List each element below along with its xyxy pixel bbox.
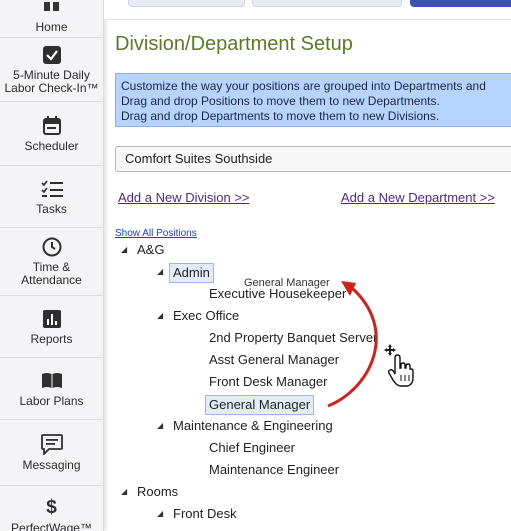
nav-label-scheduler: Scheduler [24, 138, 79, 153]
tree-department-front-desk[interactable]: Front Desk [173, 505, 237, 523]
home-icon [41, 0, 63, 18]
hand-pointer-icon [384, 344, 414, 388]
info-line-2: Drag and drop Positions to move them to … [121, 94, 440, 108]
collapse-triangle-icon[interactable]: ◢ [157, 307, 163, 325]
tree-position-general-manager[interactable]: General Manager [205, 395, 315, 415]
tree-position-chief-engineer[interactable]: Chief Engineer [209, 439, 295, 457]
add-department-link[interactable]: Add a New Department >> [341, 190, 495, 205]
nav-label-labor-plans: Labor Plans [19, 393, 84, 408]
info-line-1: Customize the way your positions are gro… [121, 79, 486, 93]
nav-label-time-attendance: Time & Attendance [21, 260, 82, 287]
sidebar-nav: Home 5-Minute Daily Labor Check-In™ Sched… [0, 0, 104, 531]
nav-label-reports: Reports [30, 331, 73, 346]
collapse-triangle-icon[interactable]: ◢ [157, 505, 163, 523]
nav-label-perfectwage: PerfectWage™ [11, 521, 92, 531]
bar-chart-icon [41, 308, 63, 330]
show-all-positions-link[interactable]: Show All Positions [115, 228, 197, 239]
nav-item-labor-check-in[interactable]: 5-Minute Daily Labor Check-In™ [0, 38, 103, 102]
top-tab-1[interactable] [128, 0, 245, 7]
nav-item-tasks[interactable]: Tasks [0, 166, 103, 228]
collapse-triangle-icon[interactable]: ◢ [121, 241, 127, 259]
nav-label-home: Home [35, 19, 68, 34]
property-select[interactable]: Comfort Suites Southside [115, 146, 511, 172]
dollar-icon: $ [46, 497, 57, 518]
nav-item-labor-plans[interactable]: Labor Plans [0, 358, 103, 420]
book-icon [41, 370, 63, 392]
nav-item-scheduler[interactable]: Scheduler [0, 102, 103, 166]
tree-department-admin[interactable]: Admin [169, 263, 214, 283]
tree-division-ag[interactable]: A&G [137, 241, 164, 259]
drag-ghost-label: General Manager [244, 277, 330, 289]
top-tab-3[interactable] [410, 0, 511, 7]
nav-item-reports[interactable]: Reports [0, 296, 103, 358]
nav-item-perfectwage[interactable]: $ PerfectWage™ [0, 486, 103, 531]
checkbox-icon [41, 44, 63, 66]
nav-item-home[interactable]: Home [0, 0, 103, 38]
collapse-triangle-icon[interactable]: ◢ [157, 417, 163, 435]
checklist-icon [40, 178, 63, 200]
top-tab-2[interactable] [252, 0, 402, 7]
tree-position-asst-general-manager[interactable]: Asst General Manager [209, 351, 339, 369]
message-icon [40, 434, 63, 456]
info-line-3: Drag and drop Departments to move them t… [121, 109, 440, 123]
tree-position-maintenance-engineer[interactable]: Maintenance Engineer [209, 461, 339, 479]
tree-position-2nd-banquet-server[interactable]: 2nd Property Banquet Server [209, 329, 377, 347]
calendar-icon [41, 115, 63, 137]
nav-item-time-attendance[interactable]: Time & Attendance [0, 228, 103, 296]
nav-label-messaging: Messaging [22, 457, 81, 472]
tree-position-front-desk-manager[interactable]: Front Desk Manager [209, 373, 328, 391]
collapse-triangle-icon[interactable]: ◢ [157, 263, 163, 281]
info-box: Customize the way your positions are gro… [115, 73, 511, 127]
page-title: Division/Department Setup [115, 33, 353, 55]
nav-item-messaging[interactable]: Messaging [0, 420, 103, 486]
collapse-triangle-icon[interactable]: ◢ [121, 483, 127, 501]
tree-department-exec-office[interactable]: Exec Office [173, 307, 239, 325]
nav-label-tasks: Tasks [36, 201, 67, 216]
tree-department-maintenance-engineering[interactable]: Maintenance & Engineering [173, 417, 333, 435]
clock-icon [41, 236, 63, 258]
top-tab-strip [104, 0, 511, 20]
nav-label-labor-check-in: 5-Minute Daily Labor Check-In™ [4, 68, 99, 95]
add-division-link[interactable]: Add a New Division >> [118, 190, 250, 205]
tree-division-rooms[interactable]: Rooms [137, 483, 178, 501]
